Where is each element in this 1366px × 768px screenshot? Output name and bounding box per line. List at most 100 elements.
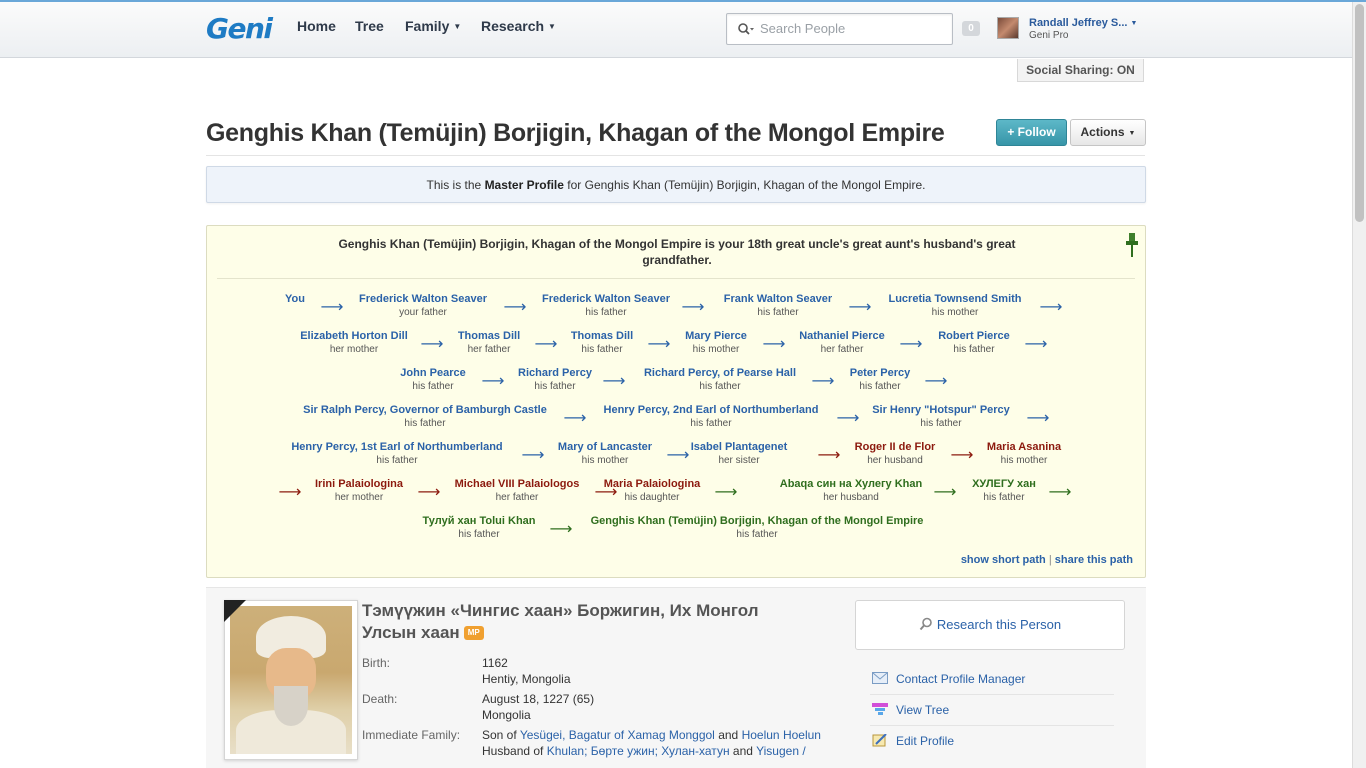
path-person[interactable]: Mary Pierce his mother	[685, 329, 747, 357]
path-person-name[interactable]: Richard Percy	[518, 366, 592, 380]
nav-research[interactable]: Research ▼	[481, 18, 556, 34]
chevron-down-icon: ▼	[548, 22, 556, 31]
path-person-name[interactable]: Sir Ralph Percy, Governor of Bamburgh Ca…	[303, 403, 547, 417]
path-person-name[interactable]: Frank Walton Seaver	[724, 292, 832, 306]
master-profile-badge[interactable]: MP	[463, 626, 484, 640]
search-input[interactable]	[760, 21, 945, 36]
path-person[interactable]: Henry Percy, 2nd Earl of Northumberland h…	[604, 403, 819, 431]
path-person-name[interactable]: Mary of Lancaster	[558, 440, 652, 454]
path-person-name[interactable]: Thomas Dill	[458, 329, 520, 343]
path-person[interactable]: Genghis Khan (Temüjin) Borjigin, Khagan …	[591, 514, 924, 542]
contact-profile-manager-link[interactable]: Contact Profile Manager	[870, 664, 1114, 695]
path-person[interactable]: You	[285, 292, 305, 306]
share-path-link[interactable]: share this path	[1055, 554, 1133, 566]
path-person[interactable]: Mary of Lancaster his mother	[558, 440, 652, 468]
follow-button[interactable]: + Follow	[996, 119, 1067, 146]
path-person-name[interactable]: Sir Henry "Hotspur" Percy	[872, 403, 1010, 417]
path-person[interactable]: Frank Walton Seaver his father	[724, 292, 832, 320]
path-person-name[interactable]: Maria Palaiologina	[604, 477, 701, 491]
path-person[interactable]: Henry Percy, 1st Earl of Northumberland h…	[291, 440, 502, 468]
path-person[interactable]: Thomas Dill her father	[458, 329, 520, 357]
spouse-link[interactable]: Yisugen /	[756, 744, 806, 758]
path-person-name[interactable]: Elizabeth Horton Dill	[300, 329, 408, 343]
path-person-name[interactable]: Roger II de Flor	[855, 440, 936, 454]
path-person-relation: her sister	[718, 455, 760, 466]
path-person-relation: his father	[376, 455, 418, 466]
nav-family[interactable]: Family ▼	[405, 18, 461, 34]
path-person-name[interactable]: Henry Percy, 1st Earl of Northumberland	[291, 440, 502, 454]
path-person[interactable]: Lucretia Townsend Smith his mother	[888, 292, 1021, 320]
path-person[interactable]: Frederick Walton Seaver his father	[542, 292, 670, 320]
path-person[interactable]: Thomas Dill his father	[571, 329, 633, 357]
path-person-name[interactable]: Richard Percy, of Pearse Hall	[644, 366, 796, 380]
path-person-name[interactable]: Henry Percy, 2nd Earl of Northumberland	[604, 403, 819, 417]
path-person[interactable]: Frederick Walton Seaver your father	[359, 292, 487, 320]
view-tree-link[interactable]: View Tree	[870, 695, 1114, 726]
path-person[interactable]: Michael VIII Palaiologos her father	[455, 477, 580, 505]
path-person[interactable]: ХУЛЕГУ хан his father	[972, 477, 1036, 505]
chevron-down-icon: ▼	[1130, 20, 1138, 27]
arrow-right-icon: ⟶	[924, 371, 948, 390]
mother-link[interactable]: Hoelun Hoelun	[742, 728, 821, 742]
path-person-name[interactable]: Mary Pierce	[685, 329, 747, 343]
path-person-name[interactable]: John Pearce	[400, 366, 465, 380]
path-person-name[interactable]: Lucretia Townsend Smith	[888, 292, 1021, 306]
user-menu[interactable]: Randall Jeffrey S... ▼	[1029, 17, 1137, 29]
path-person[interactable]: Peter Percy his father	[850, 366, 911, 394]
arrow-right-icon: ⟶	[594, 482, 618, 501]
path-person-name[interactable]: Genghis Khan (Temüjin) Borjigin, Khagan …	[591, 514, 924, 528]
path-person-name[interactable]: Isabel Plantagenet	[691, 440, 788, 454]
avatar[interactable]	[997, 17, 1019, 39]
path-person-name[interactable]: You	[285, 292, 305, 306]
geni-logo[interactable]: Geni	[206, 12, 273, 45]
nav-home[interactable]: Home	[297, 18, 336, 34]
path-person-name[interactable]: Michael VIII Palaiologos	[455, 477, 580, 491]
arrow-right-icon: ⟶	[848, 297, 872, 316]
profile-photo-frame[interactable]	[224, 600, 358, 760]
path-person-name[interactable]: Robert Pierce	[938, 329, 1010, 343]
show-short-path-link[interactable]: show short path	[961, 554, 1046, 566]
edit-profile-link[interactable]: Edit Profile	[870, 726, 1114, 757]
path-person-name[interactable]: Irini Palaiologina	[315, 477, 403, 491]
path-person-name[interactable]: Abaqa син на Хулегу Khan	[780, 477, 922, 491]
arrow-right-icon: ⟶	[1026, 408, 1050, 427]
scrollbar-thumb[interactable]	[1355, 4, 1364, 222]
path-person[interactable]: Robert Pierce his father	[938, 329, 1010, 357]
notification-count[interactable]: 0	[962, 21, 980, 36]
social-sharing-toggle[interactable]: Social Sharing: ON	[1017, 59, 1144, 82]
pin-icon[interactable]	[1125, 232, 1139, 258]
page-scrollbar[interactable]	[1352, 2, 1366, 768]
path-person-name[interactable]: Maria Asanina	[987, 440, 1061, 454]
path-person-name[interactable]: ХУЛЕГУ хан	[972, 477, 1036, 491]
path-person-name[interactable]: Peter Percy	[850, 366, 911, 380]
path-person[interactable]: Maria Asanina his mother	[987, 440, 1061, 468]
path-person[interactable]: Richard Percy, of Pearse Hall his father	[644, 366, 796, 394]
path-person[interactable]: Sir Henry "Hotspur" Percy his father	[872, 403, 1010, 431]
path-person[interactable]: Sir Ralph Percy, Governor of Bamburgh Ca…	[303, 403, 547, 431]
path-person[interactable]: Roger II de Flor her husband	[855, 440, 936, 468]
path-person[interactable]: Тулуй хан Tolui Khan his father	[423, 514, 536, 542]
path-person[interactable]: Elizabeth Horton Dill her mother	[300, 329, 408, 357]
profile-photo[interactable]	[230, 606, 352, 754]
spouse-link[interactable]: Khulan; Бөрте ужин; Хулан-хатун	[547, 744, 730, 758]
path-person-name[interactable]: Nathaniel Pierce	[799, 329, 885, 343]
path-person-relation: his father	[920, 418, 962, 429]
path-person[interactable]: Richard Percy his father	[518, 366, 592, 394]
path-person[interactable]: Irini Palaiologina her mother	[315, 477, 403, 505]
path-person[interactable]: Isabel Plantagenet her sister	[691, 440, 788, 468]
path-person-name[interactable]: Thomas Dill	[571, 329, 633, 343]
path-person[interactable]: Nathaniel Pierce her father	[799, 329, 885, 357]
path-person-name[interactable]: Frederick Walton Seaver	[359, 292, 487, 306]
birth-label: Birth:	[362, 656, 391, 670]
nav-tree[interactable]: Tree	[355, 18, 384, 34]
path-person-relation: his father	[859, 381, 901, 392]
path-person-name[interactable]: Frederick Walton Seaver	[542, 292, 670, 306]
path-person[interactable]: John Pearce his father	[400, 366, 465, 394]
path-person[interactable]: Abaqa син на Хулегу Khan her husband	[780, 477, 922, 505]
path-person[interactable]: Maria Palaiologina his daughter	[604, 477, 701, 505]
search-icon[interactable]	[737, 22, 755, 38]
research-person-button[interactable]: Research this Person	[855, 600, 1125, 650]
path-person-name[interactable]: Тулуй хан Tolui Khan	[423, 514, 536, 528]
father-link[interactable]: Yesügei, Bagatur of Xamag Monggol	[520, 728, 715, 742]
actions-button[interactable]: Actions ▼	[1070, 119, 1146, 146]
